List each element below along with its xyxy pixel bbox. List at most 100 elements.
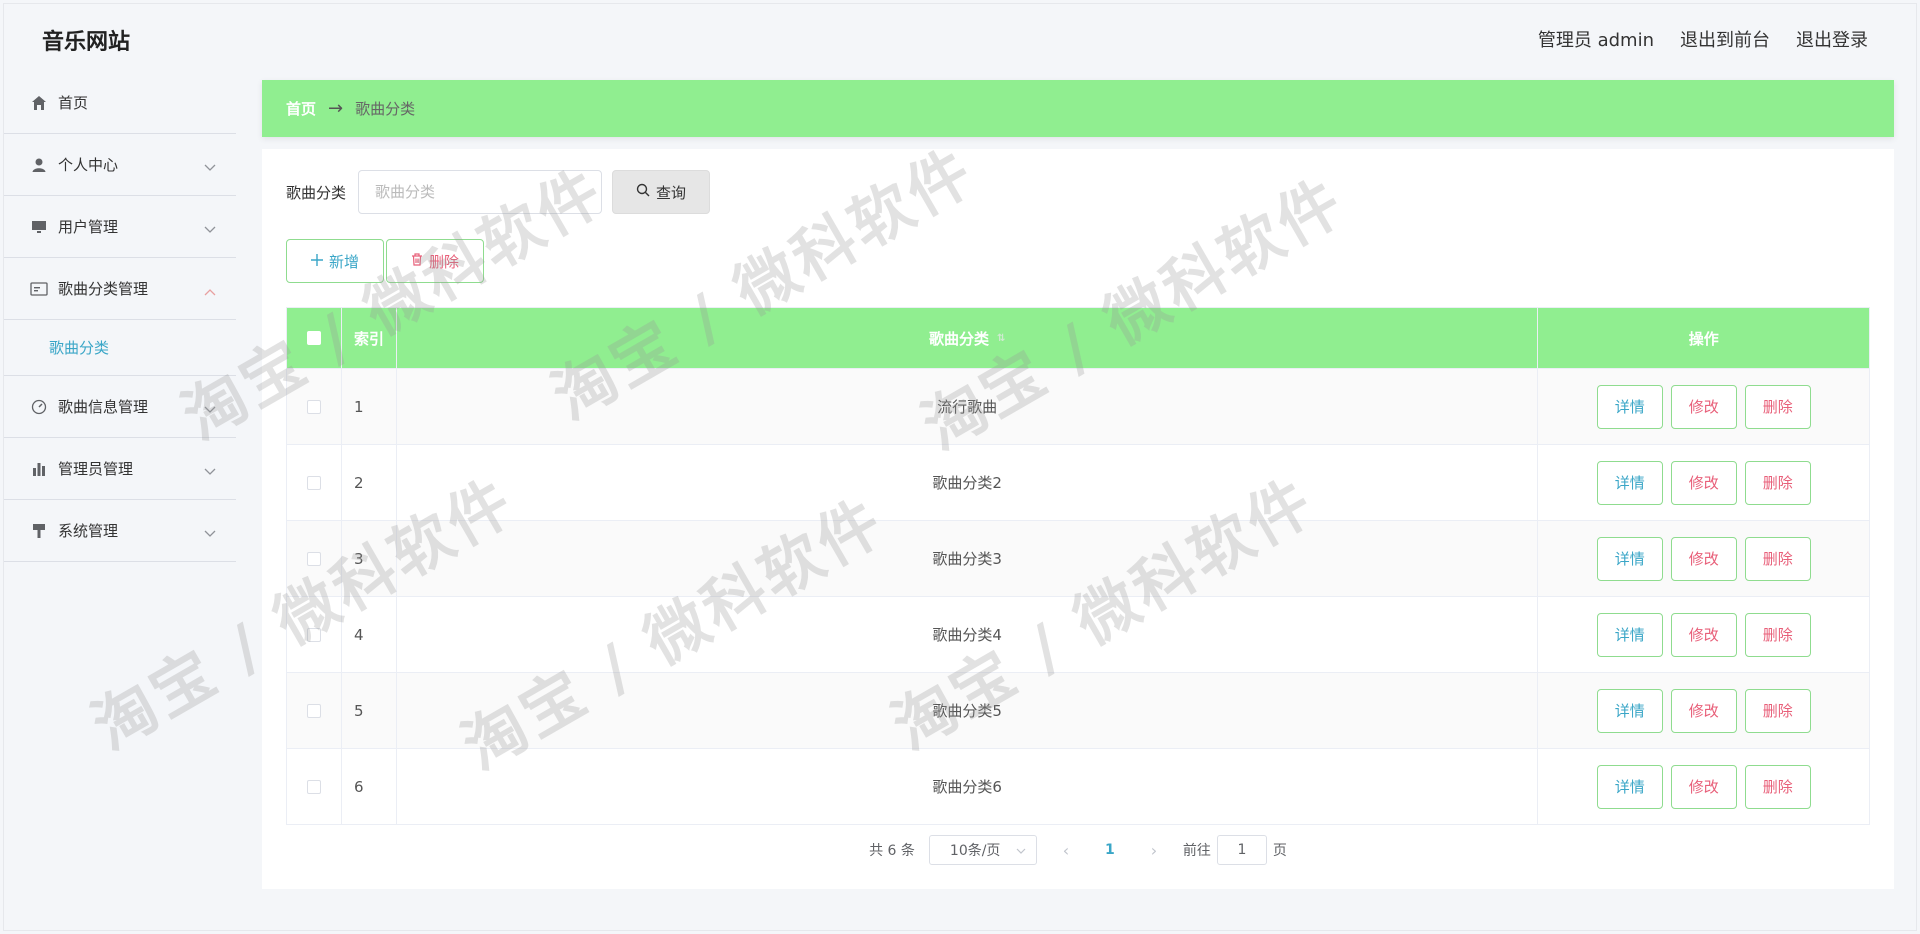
row-checkbox[interactable] [306,399,321,414]
row-category-name: 流行歌曲 [397,369,1539,444]
row-checkbox-cell [287,521,342,596]
admin-label[interactable]: 管理员 admin [1538,26,1654,52]
detail-button[interactable]: 详情 [1596,460,1663,505]
detail-button[interactable]: 详情 [1596,764,1663,809]
search-icon [636,183,650,201]
row-checkbox[interactable] [306,779,321,794]
goto-page-input[interactable] [1216,835,1267,865]
sidebar-item-personal-center[interactable]: 个人中心 [4,134,236,196]
header-name-label: 歌曲分类 [928,329,989,348]
row-actions: 详情 修改 删除 [1538,597,1869,672]
row-category-name: 歌曲分类2 [397,445,1539,520]
header-ops: 操作 [1688,329,1719,348]
edit-button[interactable]: 修改 [1670,612,1737,657]
row-checkbox[interactable] [306,551,321,566]
breadcrumb-current: 歌曲分类 [355,100,416,118]
sidebar-item-label: 管理员管理 [58,460,134,478]
breadcrumb-arrow: → [328,98,344,119]
row-index: 1 [342,369,397,444]
row-checkbox[interactable] [306,475,321,490]
row-category-name: 歌曲分类4 [397,597,1539,672]
search-input[interactable] [358,170,603,214]
sidebar-item-admin-management[interactable]: 管理员管理 [4,438,236,500]
sidebar-item-category-management[interactable]: 歌曲分类管理 [4,258,236,320]
pagination: 共 6 条 10条/页 ‹ 1 › 前往 页 [262,835,1894,865]
row-checkbox-cell [287,445,342,520]
detail-button[interactable]: 详情 [1596,536,1663,581]
sidebar-subitem-song-category[interactable]: 歌曲分类 [4,320,236,376]
table-row: 5 歌曲分类5 详情 修改 删除 [287,672,1869,748]
sidebar-item-label: 歌曲信息管理 [58,398,149,416]
search-button[interactable]: 查询 [612,170,711,214]
chevron-down-icon [204,400,216,418]
table-row: 4 歌曲分类4 详情 修改 删除 [287,596,1869,672]
next-page-button[interactable]: › [1139,841,1169,860]
search-label: 歌曲分类 [286,183,347,202]
sidebar: 首页 个人中心 用户管理 歌曲分类管理 歌曲分类 歌曲信息管理 管理员管理 系统… [4,72,236,930]
delete-button[interactable]: 删除 [1744,688,1811,733]
edit-button[interactable]: 修改 [1670,536,1737,581]
page-size-select[interactable]: 10条/页 [928,835,1037,865]
edit-button[interactable]: 修改 [1670,764,1737,809]
category-table: 索引 歌曲分类 ⇅ 操作 1 流行歌曲 详情 修改 删除 2 歌曲分类2 详情 修改 删除 3 歌曲分… [286,307,1870,825]
edit-button[interactable]: 修改 [1670,384,1737,429]
select-all-checkbox[interactable] [306,331,321,345]
row-actions: 详情 修改 删除 [1538,369,1869,444]
delete-button[interactable]: 删除 [1744,612,1811,657]
edit-button[interactable]: 修改 [1670,460,1737,505]
chevron-down-icon [204,524,216,542]
sidebar-item-label: 个人中心 [58,156,119,174]
goto-page: 前往 页 [1183,835,1287,865]
logout-link[interactable]: 退出登录 [1796,26,1868,52]
sidebar-item-song-info-management[interactable]: 歌曲信息管理 [4,376,236,438]
row-checkbox[interactable] [306,703,321,718]
detail-button[interactable]: 详情 [1596,612,1663,657]
sidebar-item-home[interactable]: 首页 [4,72,236,134]
table-row: 1 流行歌曲 详情 修改 删除 [287,368,1869,444]
sort-icon[interactable]: ⇅ [997,333,1005,344]
add-button-label: 新增 [328,252,359,271]
delete-button-label: 删除 [428,252,459,271]
delete-button[interactable]: 删除 [1744,384,1811,429]
chevron-down-icon [1016,842,1026,858]
row-index: 6 [342,749,397,824]
breadcrumb-home[interactable]: 首页 [286,98,316,119]
row-actions: 详情 修改 删除 [1538,673,1869,748]
chevron-up-icon [204,282,216,300]
monitor-icon [30,218,48,236]
exit-to-front-link[interactable]: 退出到前台 [1680,26,1770,52]
header-name[interactable]: 歌曲分类 ⇅ [397,308,1539,368]
row-index: 4 [342,597,397,672]
delete-button[interactable]: 删除 [1744,764,1811,809]
table-row: 6 歌曲分类6 详情 修改 删除 [287,748,1869,824]
breadcrumb: 首页 → 歌曲分类 [262,80,1894,137]
top-header: 音乐网站 管理员 admin 退出到前台 退出登录 [4,4,1916,72]
batch-delete-button[interactable]: 删除 [386,239,484,283]
table-body: 1 流行歌曲 详情 修改 删除 2 歌曲分类2 详情 修改 删除 3 歌曲分类3 详情 修改 删除 4 歌曲分类… [287,368,1869,824]
detail-button[interactable]: 详情 [1596,384,1663,429]
table-row: 3 歌曲分类3 详情 修改 删除 [287,520,1869,596]
delete-button[interactable]: 删除 [1744,460,1811,505]
chevron-down-icon [204,220,216,238]
prev-page-button[interactable]: ‹ [1051,841,1081,860]
goto-suffix: 页 [1272,843,1287,859]
plus-icon [310,252,323,270]
sidebar-item-system-management[interactable]: 系统管理 [4,500,236,562]
table-header: 索引 歌曲分类 ⇅ 操作 [287,308,1869,368]
detail-button[interactable]: 详情 [1596,688,1663,733]
sidebar-item-user-management[interactable]: 用户管理 [4,196,236,258]
brush-icon [30,522,48,540]
delete-button[interactable]: 删除 [1744,536,1811,581]
app-frame: 音乐网站 管理员 admin 退出到前台 退出登录 首页 个人中心 用户管理 歌… [3,3,1917,931]
row-index: 2 [342,445,397,520]
card-icon [30,280,48,298]
row-actions: 详情 修改 删除 [1538,445,1869,520]
header-index: 索引 [342,308,397,368]
header-actions: 管理员 admin 退出到前台 退出登录 [1538,26,1868,52]
edit-button[interactable]: 修改 [1670,688,1737,733]
sidebar-item-label: 用户管理 [58,218,119,236]
page-number-current[interactable]: 1 [1095,842,1125,858]
add-button[interactable]: 新增 [286,239,384,283]
row-category-name: 歌曲分类3 [397,521,1539,596]
row-checkbox[interactable] [306,627,321,642]
